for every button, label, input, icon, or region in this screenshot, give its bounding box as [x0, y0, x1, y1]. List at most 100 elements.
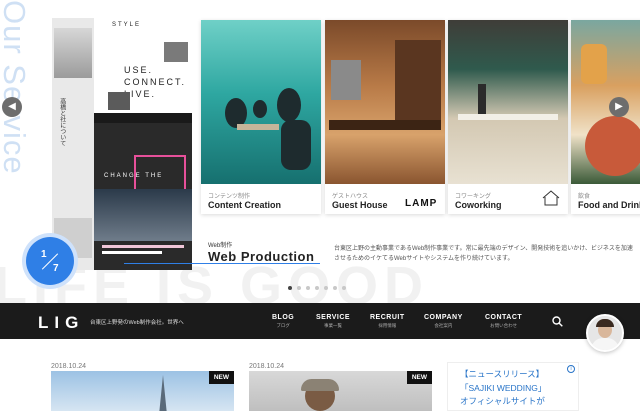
- person: [478, 84, 486, 114]
- counter: [329, 120, 441, 130]
- person-cap: [301, 379, 339, 391]
- nav-label: RECRUIT: [370, 314, 405, 321]
- page: Our Service LIFE IS GOOD 高橋と社について STYLE …: [0, 0, 640, 411]
- card-photo-food: [571, 20, 640, 184]
- card-title: Content Creation: [208, 200, 281, 210]
- service-card-guest-house[interactable]: ゲストハウス Guest House LAMP: [325, 20, 445, 214]
- nav-item-recruit[interactable]: RECRUIT 採用情報: [370, 314, 405, 329]
- collage-bar: [102, 251, 162, 254]
- avatar-hair: [596, 319, 614, 327]
- collage-left-panel: 高橋と社について: [52, 18, 94, 270]
- ad-banner[interactable]: i 【ニュースリリース】 「SAJIKI WEDDING」 オフィシャルサイトが: [447, 362, 579, 411]
- slider-dots: [288, 286, 346, 290]
- style-line: CONNECT.: [124, 77, 187, 87]
- service-card-food-and-drink[interactable]: 飲食 Food and Drink: [571, 20, 640, 214]
- service-card-coworking[interactable]: コワーキング Coworking: [448, 20, 568, 214]
- nav-sublabel: ブログ: [276, 323, 290, 328]
- card-photo-coworking: [448, 20, 568, 184]
- new-badge: NEW: [208, 371, 234, 384]
- ad-line: 【ニュースリリース】: [460, 369, 545, 379]
- card-label-jp: コンテンツ制作: [208, 194, 251, 200]
- slider-dot[interactable]: [315, 286, 319, 290]
- ad-info-icon[interactable]: i: [567, 365, 575, 373]
- desk: [458, 114, 558, 120]
- collage-change-page: CHANGE THE: [94, 123, 192, 270]
- slide-counter: 1 7: [26, 237, 74, 285]
- slider-dot[interactable]: [297, 286, 301, 290]
- office-photo: [94, 189, 192, 241]
- collage-side-text: 高橋と社について: [58, 98, 66, 146]
- article-date: 2018.10.24: [249, 363, 285, 370]
- nav-item-contact[interactable]: CONTACT お問い合わせ: [485, 314, 522, 329]
- slider-dot[interactable]: [306, 286, 310, 290]
- article-card[interactable]: NEW: [51, 371, 234, 411]
- web-production-label-jp: Web制作: [208, 243, 233, 249]
- hood: [331, 60, 361, 100]
- underwater-table: [237, 124, 279, 130]
- building-photo: [54, 28, 92, 78]
- service-card-content-creation[interactable]: コンテンツ制作 Content Creation: [201, 20, 321, 214]
- chevron-right-icon: ▶: [615, 101, 623, 112]
- next-arrow-button[interactable]: ▶: [609, 97, 629, 117]
- card-title: Food and Drink: [578, 200, 640, 210]
- lamp-logo: LAMP: [405, 198, 438, 209]
- article-thumbnail-tower: [159, 375, 167, 411]
- nav-sublabel: お問い合わせ: [490, 323, 518, 328]
- card-title: Guest House: [332, 200, 388, 210]
- style-photo-1: [164, 42, 188, 62]
- ad-line: 「SAJIKI WEDDING」: [460, 383, 547, 393]
- tagline: 台東区上野発のWeb制作会社。世界へ: [90, 320, 184, 326]
- avatar-body: [591, 338, 619, 350]
- global-nav: LIG 台東区上野発のWeb制作会社。世界へ BLOG ブログ SERVICE …: [0, 303, 640, 339]
- vertical-title-text: Our Service: [0, 0, 32, 175]
- web-production-title[interactable]: Web Production: [208, 249, 314, 264]
- article-date: 2018.10.24: [51, 363, 87, 370]
- diver-figure: [277, 88, 301, 122]
- diver-figure: [253, 100, 267, 118]
- card-photo-guesthouse: [325, 20, 445, 184]
- nav-label: BLOG: [272, 314, 295, 321]
- change-text: CHANGE THE: [104, 173, 164, 179]
- nav-label: CONTACT: [485, 314, 523, 321]
- chevron-left-icon: ◀: [8, 101, 16, 112]
- slider-dot[interactable]: [333, 286, 337, 290]
- collage-style-page: STYLE USE. CONNECT. LIVE.: [94, 18, 192, 113]
- diver-figure: [281, 120, 311, 170]
- style-line: USE.: [124, 65, 154, 75]
- article-card[interactable]: NEW: [249, 371, 432, 411]
- slider-dot[interactable]: [342, 286, 346, 290]
- style-line: LIVE.: [124, 89, 157, 99]
- search-icon[interactable]: [552, 316, 563, 327]
- style-big-lines: USE. CONNECT. LIVE.: [124, 64, 186, 100]
- nav-sublabel: 会社案内: [434, 323, 453, 328]
- prev-arrow-button[interactable]: ◀: [2, 97, 22, 117]
- slider-dot[interactable]: [288, 286, 292, 290]
- style-photo-2: [108, 92, 130, 110]
- web-production-image[interactable]: 高橋と社について STYLE USE. CONNECT. LIVE. CHANG…: [52, 18, 192, 270]
- card-label-jp: コワーキング: [455, 194, 491, 200]
- new-badge: NEW: [406, 371, 432, 384]
- slide-total: 7: [53, 263, 59, 274]
- ad-line: オフィシャルサイトが: [460, 396, 545, 406]
- nav-sublabel: 採用情報: [378, 323, 397, 328]
- nav-item-service[interactable]: SERVICE 事業一覧: [316, 314, 350, 329]
- house-icon: [542, 190, 560, 206]
- plate: [585, 116, 640, 176]
- nav-sublabel: 事業一覧: [324, 323, 343, 328]
- nav-item-company[interactable]: COMPANY 会社案内: [424, 314, 463, 329]
- nav-label: SERVICE: [316, 314, 351, 321]
- card-label-jp: 飲食: [578, 194, 591, 200]
- lig-logo[interactable]: LIG: [38, 313, 84, 333]
- glass: [581, 44, 607, 84]
- slider-dot[interactable]: [324, 286, 328, 290]
- nav-label: COMPANY: [424, 314, 463, 321]
- web-production-description: 台東区上野の主動事業であるWeb制作事業です。常に最先端のデザイン、開発技術を追…: [334, 246, 633, 262]
- shelf: [395, 40, 441, 130]
- card-photo-underwater: [201, 20, 321, 184]
- avatar[interactable]: [586, 314, 624, 352]
- style-title: STYLE: [112, 22, 142, 28]
- card-title: Coworking: [455, 200, 502, 210]
- slide-current: 1: [41, 249, 47, 260]
- nav-item-blog[interactable]: BLOG ブログ: [272, 314, 294, 329]
- collage-bar: [102, 245, 184, 248]
